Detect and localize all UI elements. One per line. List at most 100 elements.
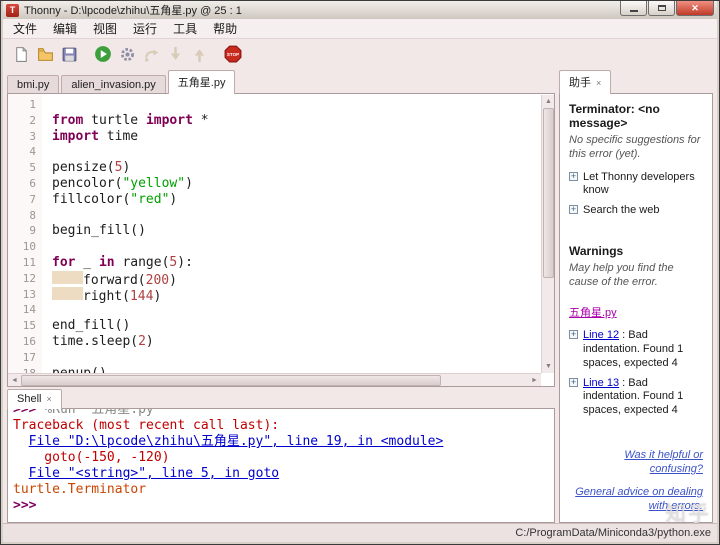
traceback-link[interactable]: File "<string>", line 5, in goto [29,466,279,481]
code-line [52,302,541,318]
expand-icon[interactable]: + [569,330,578,339]
window-controls: ✕ [619,1,714,16]
expand-icon[interactable]: + [569,378,578,387]
tab-assistant[interactable]: 助手× [559,70,611,94]
expand-icon[interactable]: + [569,205,578,214]
line-number: 15 [8,318,42,334]
menubar: 文件编辑视图运行工具帮助 [3,19,717,39]
tab-bmi[interactable]: bmi.py [7,75,59,94]
menu-item-run[interactable]: 运行 [125,18,165,39]
debug-icon [119,46,136,63]
maximize-button[interactable] [648,1,675,16]
thonny-window: T Thonny - D:\lpcode\zhihu\五角星.py @ 25 :… [0,0,720,545]
code-editor[interactable]: 123456789101112131415161718 from turtle … [7,93,555,387]
line-number: 11 [8,255,42,271]
line-number: 7 [8,192,42,208]
code-line: for _ in range(5): [52,255,541,271]
menu-item-tools[interactable]: 工具 [165,18,205,39]
line-number: 4 [8,144,42,160]
shell-line: File "D:\lpcode\zhihu\五角星.py", line 19, … [13,434,549,450]
editor-horizontal-scrollbar[interactable]: ◄ ► [8,373,541,386]
assistant-error-title: Terminator: <no message> [569,102,703,130]
code-line: pencolor("yellow") [52,176,541,192]
maximize-icon [658,5,666,11]
debug-button[interactable] [115,42,139,66]
assistant-panel: Terminator: <no message> No specific sug… [559,93,713,523]
assistant-file-link[interactable]: 五角星.py [569,304,617,320]
assistant-error-note: No specific suggestions for this error (… [569,133,703,162]
assistant-advice-link[interactable]: General advice on dealing with errors. [569,485,703,514]
assistant-expander[interactable]: +Search the web [569,204,703,218]
stop-icon: STOP [224,45,242,63]
save-button[interactable] [57,42,81,66]
toolbar: STOP [3,39,717,69]
code-line: right(144) [52,287,541,303]
editor-viewport: 123456789101112131415161718 from turtle … [8,94,541,373]
new-file-icon [13,46,30,63]
new-file-button[interactable] [9,42,33,66]
menu-item-view[interactable]: 视图 [85,18,125,39]
title-bar[interactable]: T Thonny - D:\lpcode\zhihu\五角星.py @ 25 :… [3,1,717,19]
code-line: from turtle import * [52,113,541,129]
editor-vertical-scrollbar[interactable]: ▲ ▼ [541,95,554,373]
minimize-button[interactable] [620,1,647,16]
step-over-button[interactable] [139,42,163,66]
expand-icon[interactable]: + [569,172,578,181]
code-area[interactable]: from turtle import *import timepensize(5… [42,94,541,373]
interpreter-path: C:/ProgramData/Miniconda3/python.exe [515,527,711,539]
shell-tab-label: Shell [17,393,41,405]
code-line: import time [52,129,541,145]
line-number: 1 [8,97,42,113]
warning-line-link[interactable]: Line 13 [583,377,619,389]
shell-panel[interactable]: >>> %Run 五角星.pyTraceback (most recent ca… [7,408,555,523]
open-folder-icon [37,46,54,63]
traceback-link[interactable]: File "D:\lpcode\zhihu\五角星.py", line 19, … [29,434,444,449]
indent-highlight [52,287,83,300]
close-button[interactable]: ✕ [676,1,714,16]
tab-shell[interactable]: Shell × [7,389,62,409]
assistant-warnings-title: Warnings [569,244,703,258]
indent-highlight [52,271,83,284]
assistant-feedback-link[interactable]: Was it helpful or confusing? [569,448,703,477]
close-shell-icon[interactable]: × [46,394,51,404]
code-line: begin_fill() [52,223,541,239]
shell-line: turtle.Terminator [13,482,549,498]
scroll-up-icon[interactable]: ▲ [542,95,555,108]
tab-alien-invasion[interactable]: alien_invasion.py [61,75,165,94]
close-assistant-icon[interactable]: × [596,78,601,88]
step-out-icon [191,46,208,63]
line-number: 8 [8,208,42,224]
editor-tabbar: bmi.pyalien_invasion.py五角星.py [7,73,555,94]
code-line: forward(200) [52,271,541,287]
shell-line: >>> [13,498,549,514]
step-over-icon [143,46,160,63]
horizontal-scroll-thumb[interactable] [21,375,441,386]
step-into-icon [167,46,184,63]
menu-item-file[interactable]: 文件 [5,18,45,39]
svg-text:STOP: STOP [227,52,239,57]
menu-item-edit[interactable]: 编辑 [45,18,85,39]
assistant-expander[interactable]: +Let Thonny developers know [569,171,703,199]
tab-wujiaoxing[interactable]: 五角星.py [168,70,236,94]
scroll-right-icon[interactable]: ► [528,374,541,387]
line-number-gutter: 123456789101112131415161718 [8,94,42,373]
thonny-app-icon: T [6,4,19,17]
line-number: 10 [8,239,42,255]
vertical-scroll-thumb[interactable] [543,108,554,278]
run-button[interactable] [91,42,115,66]
assistant-column: 助手× Terminator: <no message> No specific… [559,73,713,523]
warning-line-link[interactable]: Line 12 [583,329,619,341]
line-number: 16 [8,334,42,350]
shell-line: goto(-150, -120) [13,450,549,466]
stop-button[interactable]: STOP [221,42,245,66]
open-file-button[interactable] [33,42,57,66]
scroll-left-icon[interactable]: ◄ [8,374,21,387]
scroll-down-icon[interactable]: ▼ [542,360,555,373]
menu-item-help[interactable]: 帮助 [205,18,245,39]
assistant-warnings: +Line 12 : Bad indentation. Found 1 spac… [569,329,703,418]
code-line: time.sleep(2) [52,334,541,350]
line-number: 17 [8,350,42,366]
step-out-button[interactable] [187,42,211,66]
code-line [52,239,541,255]
step-into-button[interactable] [163,42,187,66]
